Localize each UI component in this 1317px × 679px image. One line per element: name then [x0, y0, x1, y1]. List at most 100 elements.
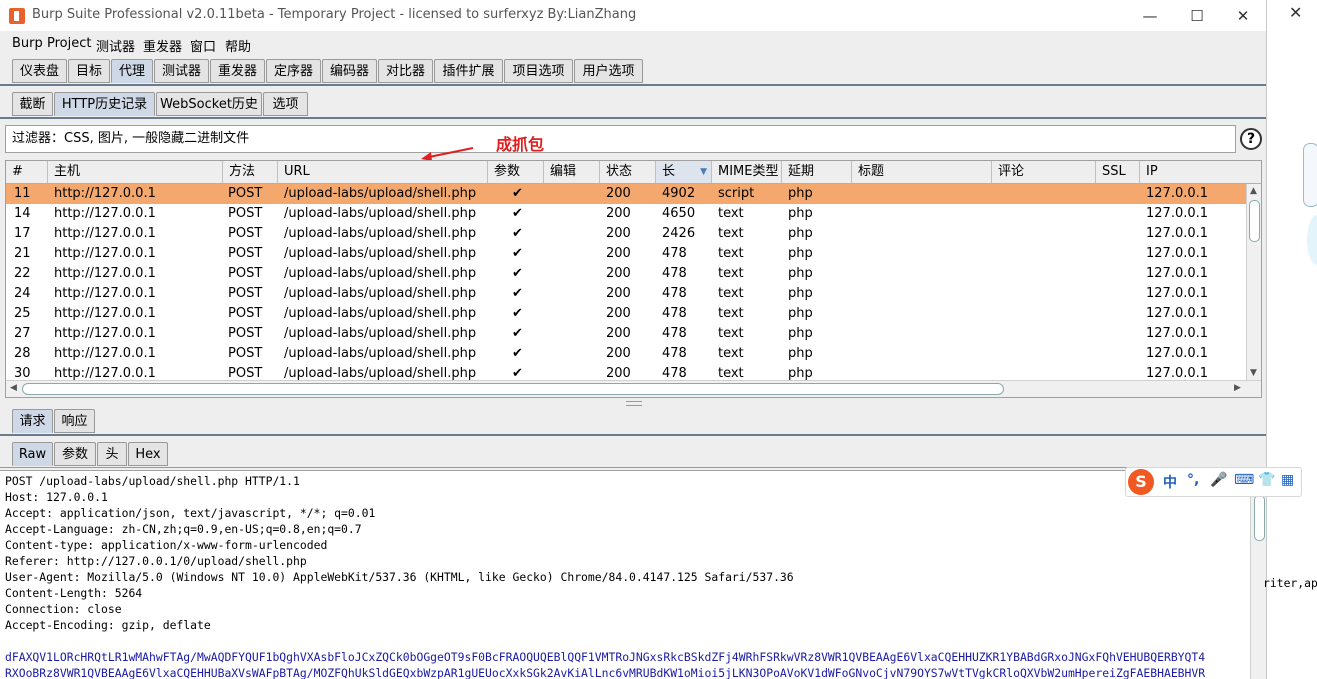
cell-mime: text — [718, 206, 744, 221]
cell-url: /upload-labs/upload/shell.php — [284, 306, 477, 321]
request-editor[interactable]: POST /upload-labs/upload/shell.php HTTP/… — [0, 470, 1266, 679]
ime-microphone-icon[interactable]: 🎤 — [1210, 472, 1227, 488]
menu-project[interactable]: Project — [47, 36, 91, 51]
scroll-right-icon[interactable]: ▶ — [1234, 383, 1241, 393]
tab-dashboard[interactable]: 仪表盘 — [12, 59, 67, 83]
minimize-button[interactable]: — — [1127, 3, 1173, 29]
col-length[interactable]: 长 ▼ — [656, 161, 712, 183]
table-row[interactable]: 11 http://127.0.0.1 POST/upload-labs/uploa… — [6, 184, 1248, 204]
tab-sequencer[interactable]: 定序器 — [266, 59, 321, 83]
cell-num: 28 — [14, 346, 31, 361]
tab-raw[interactable]: Raw — [12, 442, 53, 466]
tab-proxy[interactable]: 代理 — [111, 59, 153, 83]
tab-extender[interactable]: 插件扩展 — [434, 59, 503, 83]
menu-repeater[interactable]: 重发器 — [143, 36, 182, 55]
maximize-button[interactable]: ☐ — [1174, 3, 1220, 29]
menu-window[interactable]: 窗口 — [190, 36, 216, 55]
table-vscroll-thumb[interactable] — [1249, 200, 1260, 242]
request-header: Connection: close — [5, 602, 122, 616]
ime-keyboard-icon[interactable]: ⌨ — [1234, 472, 1254, 488]
table-row[interactable]: 24 http://127.0.0.1 POST/upload-labs/uploa… — [6, 284, 1248, 304]
table-row[interactable]: 22 http://127.0.0.1 POST/upload-labs/uploa… — [6, 264, 1248, 284]
col-title[interactable]: 标题 — [852, 161, 992, 183]
table-row[interactable]: 17 http://127.0.0.1 POST/upload-labs/uploa… — [6, 224, 1248, 244]
table-row[interactable]: 25 http://127.0.0.1 POST/upload-labs/uploa… — [6, 304, 1248, 324]
table-row[interactable]: 27 http://127.0.0.1 POST/upload-labs/uploa… — [6, 324, 1248, 344]
col-params[interactable]: 参数 — [488, 161, 544, 183]
cell-num: 11 — [14, 186, 31, 201]
table-row[interactable]: 21 http://127.0.0.1 POST/upload-labs/uploa… — [6, 244, 1248, 264]
menu-intruder[interactable]: 测试器 — [96, 36, 135, 55]
scroll-down-icon[interactable]: ▼ — [1250, 368, 1257, 378]
cell-status: 200 — [606, 226, 631, 241]
col-status[interactable]: 状态 — [600, 161, 656, 183]
tab-params[interactable]: 参数 — [54, 442, 96, 466]
ime-toolbox-icon[interactable]: ▦ — [1281, 472, 1294, 488]
cell-ip: 127.0.0.1 — [1146, 186, 1209, 201]
tab-response[interactable]: 响应 — [54, 409, 95, 433]
editor-vertical-scrollbar[interactable] — [1250, 471, 1266, 679]
ime-punctuation-icon[interactable]: °, — [1187, 472, 1199, 488]
scroll-left-icon[interactable]: ◀ — [10, 383, 17, 393]
col-edited[interactable]: 编辑 — [544, 161, 600, 183]
cell-url: /upload-labs/upload/shell.php — [284, 226, 477, 241]
tab-intruder[interactable]: 测试器 — [154, 59, 209, 83]
col-comment[interactable]: 评论 — [992, 161, 1096, 183]
request-header: Host: 127.0.0.1 — [5, 490, 108, 504]
table-row[interactable]: 14 http://127.0.0.1 POST/upload-labs/uploa… — [6, 204, 1248, 224]
tab-user-options[interactable]: 用户选项 — [574, 59, 643, 83]
tab-headers[interactable]: 头 — [97, 442, 127, 466]
col-url[interactable]: URL — [278, 161, 488, 183]
http-history-table: # 主机 方法 URL 参数 编辑 状态 长 ▼ MIME类型 延期 标题 评论… — [5, 160, 1262, 398]
table-hscroll-thumb[interactable] — [22, 383, 1004, 395]
request-line: POST /upload-labs/upload/shell.php HTTP/… — [5, 474, 300, 488]
cell-mime: text — [718, 346, 744, 361]
col-number[interactable]: # — [6, 161, 48, 183]
request-header: Content-Length: 5264 — [5, 586, 143, 600]
table-vertical-scrollbar[interactable]: ▲ ▼ — [1246, 184, 1261, 380]
close-button[interactable]: ✕ — [1220, 3, 1266, 29]
cell-params: ✔ — [512, 326, 523, 341]
tab-websocket-history[interactable]: WebSocket历史 — [156, 92, 262, 116]
tab-project-options[interactable]: 项目选项 — [504, 59, 573, 83]
col-mime[interactable]: MIME类型 — [712, 161, 782, 183]
ime-skin-icon[interactable]: 👕 — [1258, 472, 1275, 488]
table-horizontal-scrollbar[interactable]: ◀ ▶ — [6, 380, 1261, 397]
tab-decoder[interactable]: 编码器 — [322, 59, 377, 83]
tab-request[interactable]: 请求 — [12, 409, 53, 433]
menu-burp[interactable]: Burp — [12, 36, 43, 51]
ime-chinese-mode[interactable]: 中 — [1163, 472, 1177, 492]
sogou-logo-icon[interactable]: S — [1128, 469, 1154, 495]
cell-num: 14 — [14, 206, 31, 221]
col-ssl[interactable]: SSL — [1096, 161, 1140, 183]
col-host[interactable]: 主机 — [48, 161, 223, 183]
tab-comparer[interactable]: 对比器 — [378, 59, 433, 83]
cell-ext: php — [788, 306, 813, 321]
cell-num: 21 — [14, 246, 31, 261]
splitter-handle[interactable] — [626, 401, 642, 406]
col-extension[interactable]: 延期 — [782, 161, 852, 183]
request-header: Accept: application/json, text/javascrip… — [5, 506, 376, 520]
cell-method: POST — [228, 346, 263, 361]
tab-http-history[interactable]: HTTP历史记录 — [54, 92, 155, 116]
ime-toolbar[interactable]: S 中 °, 🎤 ⌨ 👕 ▦ — [1125, 467, 1302, 497]
tab-proxy-options[interactable]: 选项 — [263, 92, 308, 116]
title-bar: Burp Suite Professional v2.0.11beta - Te… — [0, 0, 1266, 31]
cell-ip: 127.0.0.1 — [1146, 306, 1209, 321]
col-method[interactable]: 方法 — [223, 161, 278, 183]
cell-ext: php — [788, 266, 813, 281]
col-ip[interactable]: IP — [1140, 161, 1261, 183]
tab-hex[interactable]: Hex — [128, 442, 168, 466]
cell-host: http://127.0.0.1 — [54, 226, 156, 241]
filter-bar[interactable]: 过滤器：CSS, 图片, 一般隐藏二进制文件 — [5, 125, 1236, 153]
tab-intercept[interactable]: 截断 — [12, 92, 53, 116]
scroll-up-icon[interactable]: ▲ — [1250, 186, 1257, 196]
cell-status: 200 — [606, 306, 631, 321]
table-row[interactable]: 28 http://127.0.0.1 POST/upload-labs/uploa… — [6, 344, 1248, 364]
editor-scroll-thumb[interactable] — [1254, 495, 1265, 541]
help-icon[interactable]: ? — [1240, 128, 1262, 150]
tab-repeater[interactable]: 重发器 — [210, 59, 265, 83]
tab-target[interactable]: 目标 — [68, 59, 110, 83]
menu-help[interactable]: 帮助 — [225, 36, 251, 55]
cell-host: http://127.0.0.1 — [54, 206, 156, 221]
